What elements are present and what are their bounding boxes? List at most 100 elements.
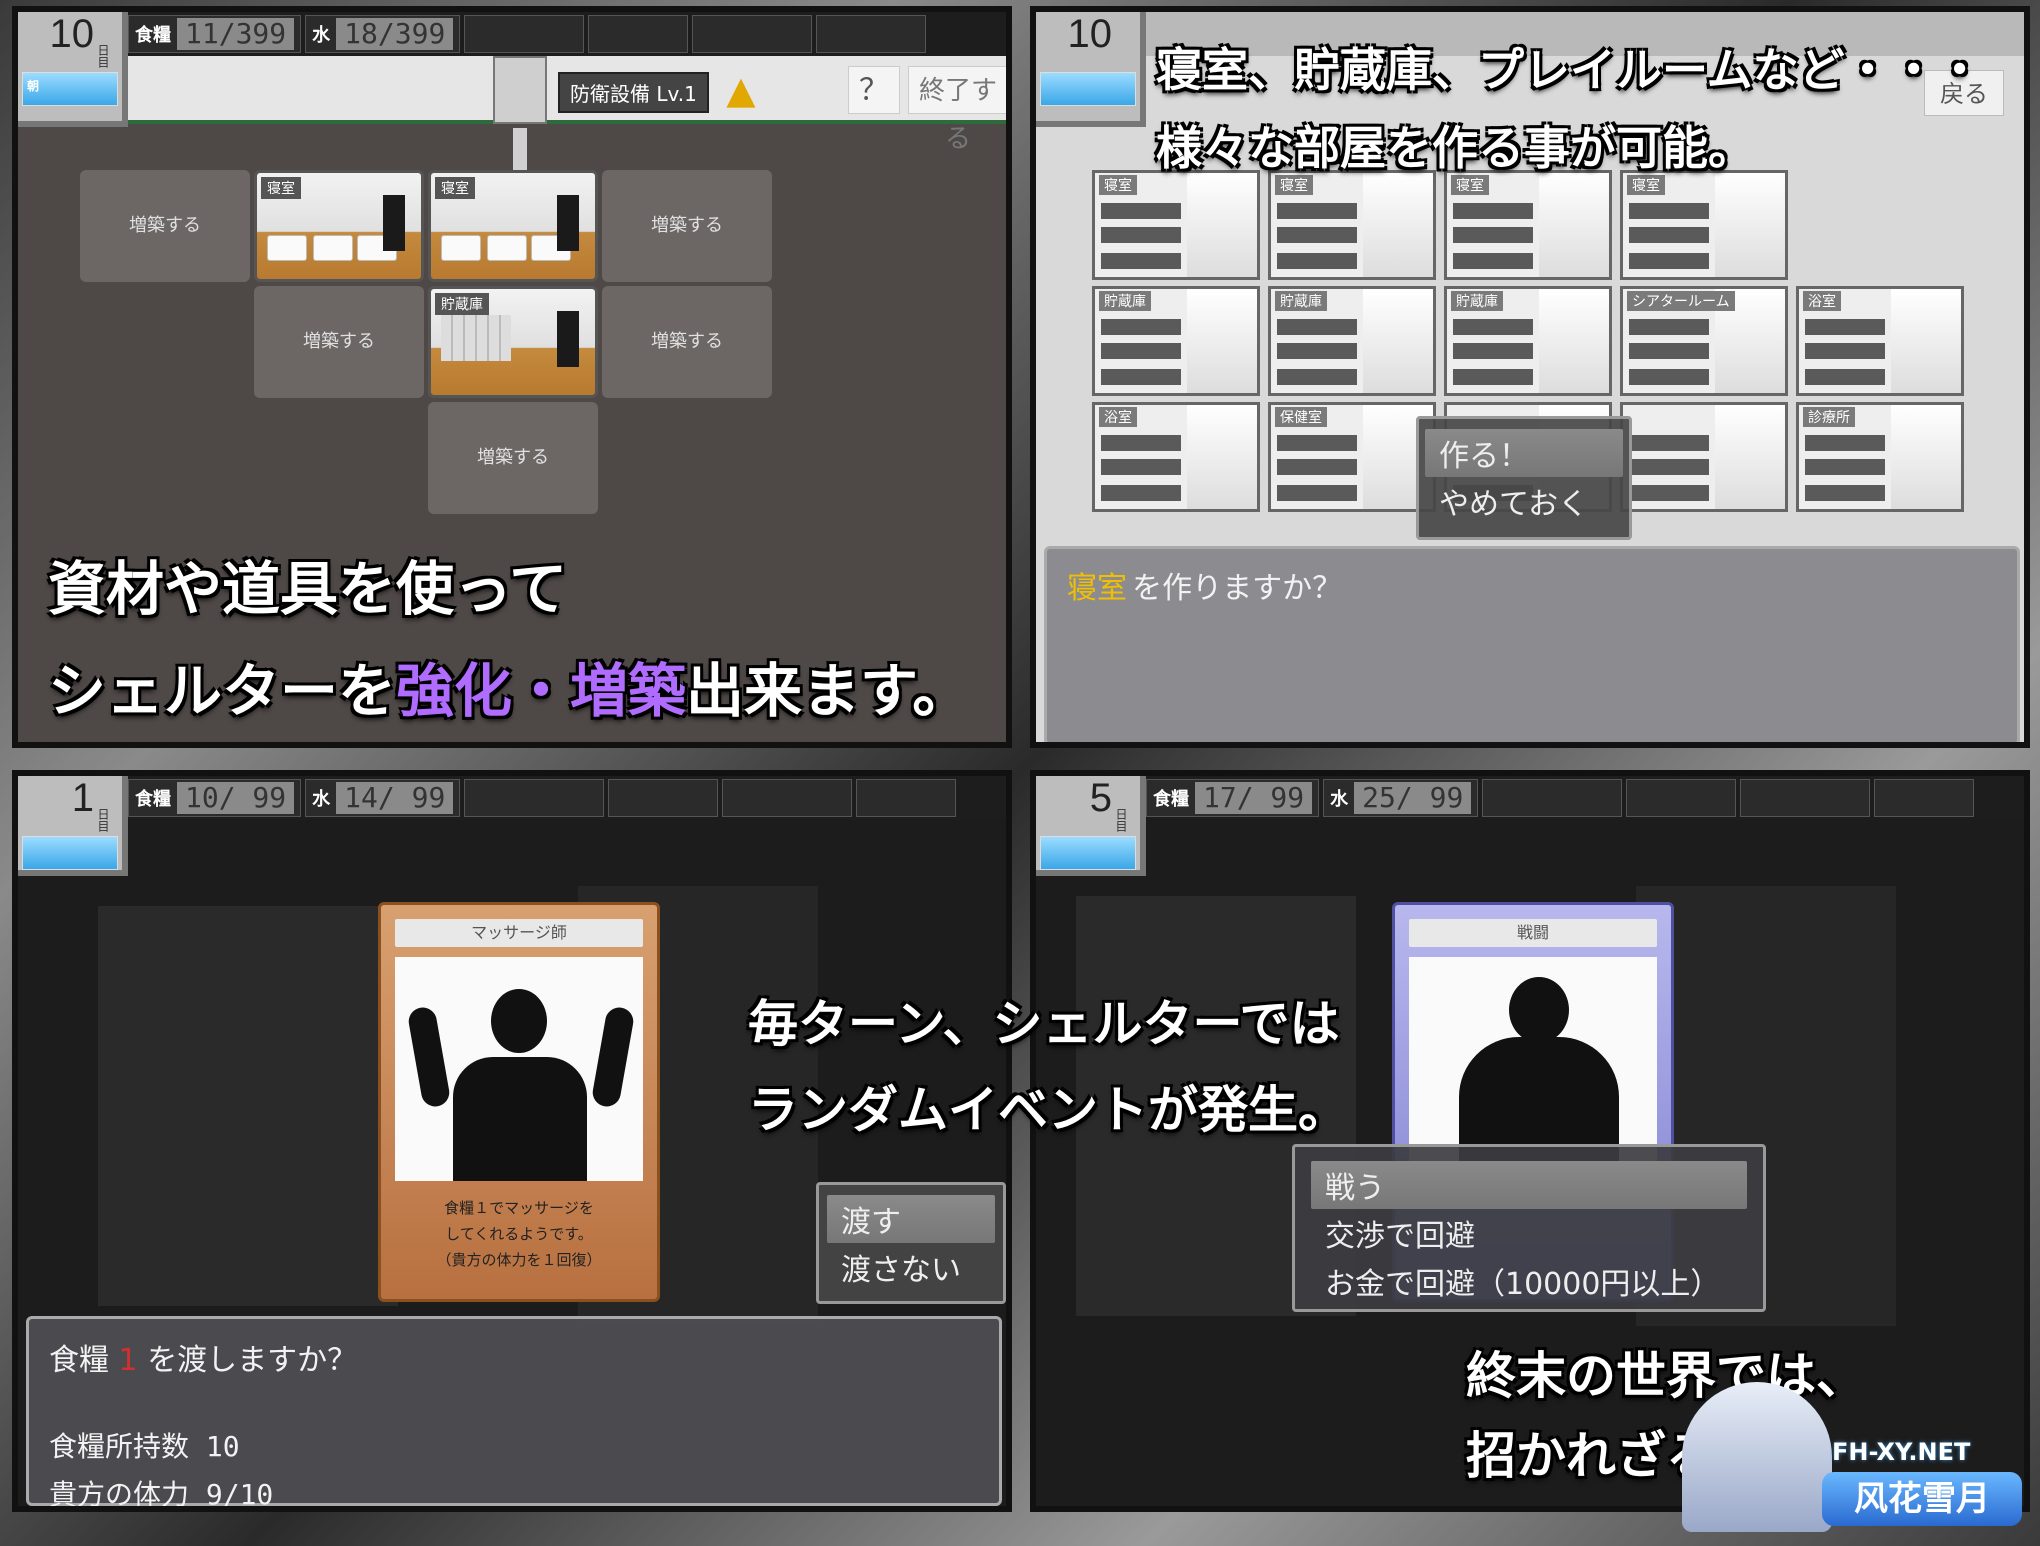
room-bedroom[interactable]: 寝室 xyxy=(254,170,424,282)
end-button[interactable]: 終了する xyxy=(908,66,1006,154)
room-option-title: 貯蔵庫 xyxy=(1099,291,1151,311)
give-option[interactable]: 渡す xyxy=(827,1195,995,1243)
room-option-detail xyxy=(1629,319,1709,335)
medicine-counter xyxy=(816,15,927,53)
decline-option[interactable]: 渡さない xyxy=(827,1243,995,1291)
expand-cell[interactable]: 増築する xyxy=(428,402,598,514)
room-option-detail xyxy=(1277,227,1357,243)
expand-cell[interactable]: 増築する xyxy=(80,170,250,282)
shelter-entrance xyxy=(493,56,547,124)
day-indicator: 10 日目 朝 xyxy=(18,12,128,127)
room-option-detail xyxy=(1629,203,1709,219)
event-card: マッサージ師 食糧１でマッサージを してくれるようです。 （貴方の体力を１回復） xyxy=(378,902,660,1302)
room-option-card[interactable]: 寝室 xyxy=(1268,170,1436,280)
comfort-counter xyxy=(1740,779,1871,817)
room-option-detail xyxy=(1277,459,1357,475)
room-preview-image xyxy=(1891,405,1961,509)
room-option-detail xyxy=(1101,253,1181,269)
expand-cell[interactable]: 増築する xyxy=(602,170,772,282)
room-option-card[interactable]: 貯蔵庫 xyxy=(1268,286,1436,396)
battle-choice-menu: 戦う 交渉で回避 お金で回避（10000円以上） xyxy=(1292,1144,1766,1312)
time-of-day-label: 朝 xyxy=(27,79,40,93)
message-text: 食糧 1 を渡しますか？ xyxy=(49,1343,358,1378)
room-bedroom[interactable]: 寝室 xyxy=(428,170,598,282)
room-option-detail xyxy=(1629,227,1709,243)
room-preview-image xyxy=(1539,289,1609,393)
fight-option[interactable]: 戦う xyxy=(1311,1161,1747,1209)
negotiate-option[interactable]: 交渉で回避 xyxy=(1311,1209,1747,1257)
status-hud: 食糧 10/ 99 水 14/ 99 xyxy=(18,776,1006,820)
room-option-detail xyxy=(1277,203,1357,219)
room-label: 貯蔵庫 xyxy=(435,293,489,315)
room-option-card[interactable]: 浴室 xyxy=(1092,402,1260,512)
room-option-detail xyxy=(1101,485,1181,501)
day-indicator: 10 xyxy=(1036,12,1146,127)
water-counter: 水 14/ 99 xyxy=(305,779,461,817)
food-value: 11/399 xyxy=(177,18,295,50)
room-option-detail xyxy=(1101,369,1181,385)
food-value: 10/ 99 xyxy=(177,782,295,814)
room-option-detail xyxy=(1277,485,1357,501)
safety-counter xyxy=(608,779,719,817)
expand-cell[interactable]: 増築する xyxy=(254,286,424,398)
room-option-detail xyxy=(1629,485,1709,501)
room-option-title: 寝室 xyxy=(1099,175,1137,195)
room-option-card[interactable]: 寝室 xyxy=(1092,170,1260,280)
room-option-card[interactable]: シアタールーム xyxy=(1620,286,1788,396)
safety-counter xyxy=(588,15,689,53)
room-option-detail xyxy=(1805,485,1885,501)
upgrade-arrow-icon[interactable]: ▲ xyxy=(718,68,764,112)
room-option-card[interactable]: 貯蔵庫 xyxy=(1444,286,1612,396)
room-preview-image xyxy=(1187,173,1257,277)
room-storage[interactable]: 貯蔵庫 xyxy=(428,286,598,398)
food-label: 食糧 xyxy=(1153,789,1189,810)
room-option-card[interactable]: 貯蔵庫 xyxy=(1092,286,1260,396)
room-option-detail xyxy=(1629,459,1709,475)
door-icon xyxy=(557,311,579,367)
defense-level-badge[interactable]: 防衛設備 Lv.1 xyxy=(558,72,709,113)
event-card-title: 戦闘 xyxy=(1409,919,1657,947)
event-card-title: マッサージ師 xyxy=(395,919,643,947)
pay-option[interactable]: お金で回避（10000円以上） xyxy=(1311,1257,1747,1305)
panel-room-select: 10 戻る 寝室 寝室 寝室 寝室 貯蔵庫 貯蔵庫 貯蔵庫 シアタールーム 浴室 浴室 保健室 診療所… xyxy=(1030,6,2030,748)
comfort-counter xyxy=(692,15,813,53)
room-option-detail xyxy=(1629,343,1709,359)
day-indicator: 1 日目 xyxy=(18,776,128,876)
day-number: 1 xyxy=(71,776,94,820)
room-option-card[interactable]: 寝室 xyxy=(1620,170,1788,280)
message-window: 食糧 1 を渡しますか？ 食糧所持数 10 貴方の体力 9/10 xyxy=(26,1316,1002,1506)
room-option-card[interactable]: 浴室 xyxy=(1796,286,1964,396)
room-option-card[interactable]: 寝室 xyxy=(1444,170,1612,280)
expand-cell[interactable]: 増築する xyxy=(602,286,772,398)
message-text: を作りますか？ xyxy=(1132,571,1343,606)
room-option-title: 貯蔵庫 xyxy=(1275,291,1327,311)
caption-line-1: 寝室、貯蔵庫、プレイルームなど・・・ xyxy=(1156,43,1983,97)
cancel-option[interactable]: やめておく xyxy=(1425,477,1623,525)
room-option-detail xyxy=(1805,459,1885,475)
room-preview-image xyxy=(1715,173,1785,277)
water-counter: 水 25/ 99 xyxy=(1323,779,1479,817)
room-preview-image xyxy=(1187,405,1257,509)
room-option-card[interactable]: 診療所 xyxy=(1796,402,1964,512)
room-option-detail xyxy=(1101,319,1181,335)
water-label: 水 xyxy=(312,25,331,46)
room-option-detail xyxy=(1453,253,1533,269)
food-value: 17/ 99 xyxy=(1195,782,1313,814)
shelf-icon xyxy=(441,315,511,361)
time-of-day-bar xyxy=(1040,836,1136,870)
help-button[interactable]: ？ xyxy=(848,66,900,114)
room-option-detail xyxy=(1453,343,1533,359)
food-label: 食糧 xyxy=(135,789,171,810)
room-option-card[interactable] xyxy=(1620,402,1788,512)
corridor xyxy=(513,128,527,170)
room-option-card[interactable]: 保健室 xyxy=(1268,402,1436,512)
room-option-detail xyxy=(1629,369,1709,385)
room-option-detail xyxy=(1453,369,1533,385)
time-of-day-bar xyxy=(1040,72,1136,106)
room-option-detail xyxy=(1805,319,1885,335)
center-caption-line-1: 毎ターン、シェルターでは xyxy=(748,995,1340,1053)
room-label: 寝室 xyxy=(435,177,475,199)
build-option[interactable]: 作る！ xyxy=(1425,429,1623,477)
room-option-detail xyxy=(1629,435,1709,451)
materials-counter xyxy=(464,779,605,817)
